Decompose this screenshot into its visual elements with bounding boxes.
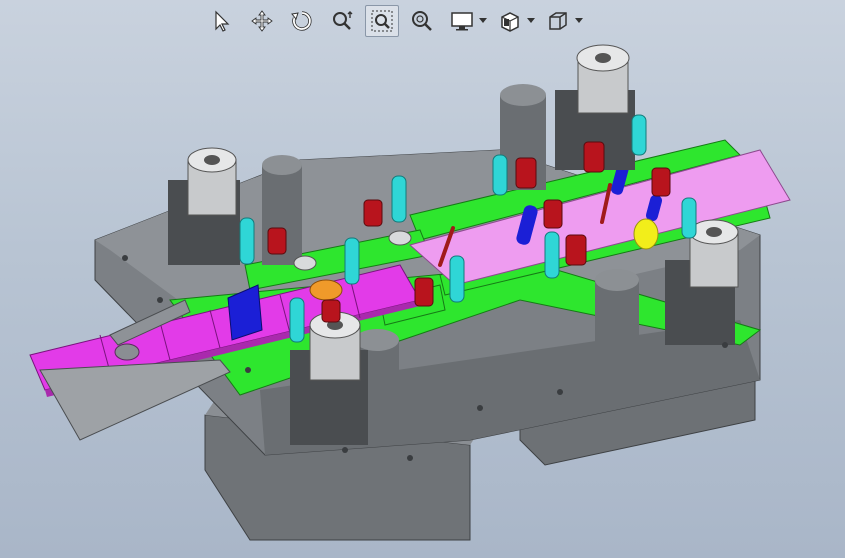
standard-views-button[interactable] bbox=[541, 5, 575, 37]
view-orientation-dropdown[interactable] bbox=[527, 5, 535, 37]
view-orientation-group bbox=[493, 5, 535, 37]
display-mode-button[interactable] bbox=[445, 5, 479, 37]
display-mode-group bbox=[445, 5, 487, 37]
die-assembly-3d-model[interactable] bbox=[0, 0, 845, 558]
chevron-down-icon bbox=[479, 18, 487, 23]
standard-views-dropdown[interactable] bbox=[575, 5, 583, 37]
zoom-dynamic-button[interactable] bbox=[325, 5, 359, 37]
zoom-fit-button[interactable] bbox=[405, 5, 439, 37]
move-arrows-icon bbox=[251, 10, 273, 32]
rotate-icon bbox=[291, 11, 312, 31]
zoom-fit-icon bbox=[412, 11, 432, 31]
pan-button[interactable] bbox=[245, 5, 279, 37]
display-mode-dropdown[interactable] bbox=[479, 5, 487, 37]
zoom-box-icon bbox=[371, 10, 393, 32]
guide-post-front-right bbox=[595, 269, 639, 350]
cad-viewport[interactable] bbox=[0, 0, 845, 558]
zoom-window-button[interactable] bbox=[365, 5, 399, 37]
view-toolbar bbox=[205, 4, 583, 38]
rotate-button[interactable] bbox=[285, 5, 319, 37]
feed-chute bbox=[39, 359, 231, 441]
zoom-arrows-icon bbox=[333, 11, 353, 30]
chevron-down-icon bbox=[575, 18, 583, 23]
strip-pilot-hole bbox=[114, 343, 140, 361]
cube-icon bbox=[549, 12, 567, 30]
view-orientation-button[interactable] bbox=[493, 5, 527, 37]
monitor-icon bbox=[451, 12, 473, 31]
select-pointer-button[interactable] bbox=[205, 5, 239, 37]
nitrogen-cylinder-back-left bbox=[168, 147, 240, 265]
yellow-pilot-pin bbox=[633, 218, 659, 250]
view-orientation-icon bbox=[501, 12, 519, 32]
orange-bushing bbox=[309, 279, 343, 301]
standard-views-group bbox=[541, 5, 583, 37]
arrow-cursor-icon bbox=[215, 10, 230, 32]
chevron-down-icon bbox=[527, 18, 535, 23]
